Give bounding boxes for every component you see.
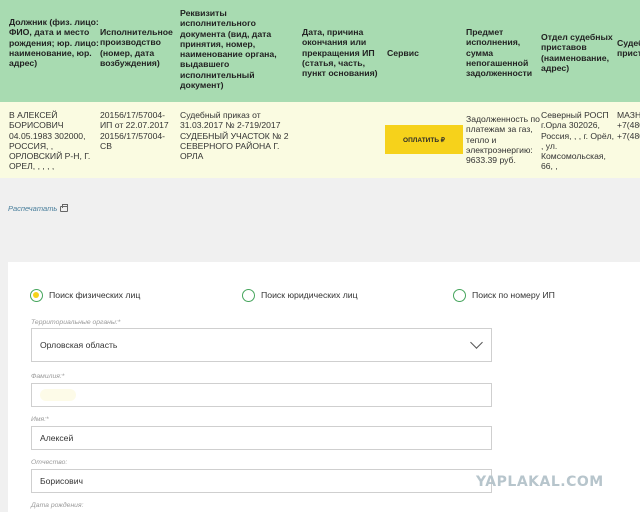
name-field[interactable]: Алексей [31, 426, 492, 450]
territorial-select[interactable]: Орловская область [31, 328, 492, 362]
cell-document: Судебный приказ от 31.03.2017 № 2-719/20… [180, 110, 289, 162]
cell-subject: Задолженность по платежам за газ, тепло … [466, 114, 540, 166]
header-document: Реквизиты исполнительного документа (вид… [180, 8, 277, 91]
header-bailiff: Судеб прист [617, 38, 640, 59]
radio-legal-entities[interactable]: Поиск юридических лиц [242, 288, 358, 302]
patronymic-value: Борисович [40, 476, 84, 486]
territorial-label: Территориальные органы:* [31, 319, 121, 326]
surname-redaction [40, 389, 76, 401]
cell-department: Северный РОСП г.Орла 302026, Россия, , ,… [541, 110, 615, 172]
cell-bailiff: МАЗН +7(480 72 +7(480 87 [617, 110, 640, 141]
radio-individuals[interactable]: Поиск физических лиц [30, 288, 140, 302]
name-value: Алексей [40, 433, 74, 443]
header-department: Отдел судебных приставов (наименование, … [541, 32, 613, 73]
surname-field[interactable] [31, 383, 492, 407]
radio-circle-icon [453, 288, 466, 302]
surname-label: Фамилия:* [31, 373, 65, 380]
radio-circle-icon [242, 288, 255, 302]
chevron-down-icon [470, 336, 483, 349]
table-header: Должник (физ. лицо: ФИО, дата и место ро… [0, 0, 640, 102]
table-row: В АЛЕКСЕЙ БОРИСОВИЧ 04.05.1983 302000, Р… [0, 102, 640, 178]
radio-label: Поиск юридических лиц [261, 290, 358, 300]
header-debtor: Должник (физ. лицо: ФИО, дата и место ро… [9, 17, 99, 69]
patronymic-field[interactable]: Борисович [31, 469, 492, 493]
radio-circle-icon [30, 288, 43, 302]
print-link-label: Распечатать [8, 204, 58, 213]
patronymic-label: Отчество: [31, 459, 68, 466]
header-proceeding: Исполнительное производство (номер, дата… [100, 27, 173, 68]
header-end-date: Дата, причина окончания или прекращения … [302, 27, 378, 79]
results-table: Должник (физ. лицо: ФИО, дата и место ро… [0, 0, 640, 180]
cell-proceeding: 20156/17/57004-ИП от 22.07.2017 20156/17… [100, 110, 169, 151]
print-link[interactable]: Распечатать [8, 204, 69, 213]
birthdate-label: Дата рождения: [31, 502, 84, 509]
radio-ip-number[interactable]: Поиск по номеру ИП [453, 288, 555, 302]
radio-label: Поиск физических лиц [49, 290, 141, 300]
watermark: YAPLAKAL.COM [476, 474, 604, 490]
name-label: Имя:* [31, 416, 49, 423]
header-service: Сервис [387, 48, 419, 58]
radio-label: Поиск по номеру ИП [472, 290, 555, 300]
territorial-value: Орловская область [40, 340, 118, 350]
cell-debtor: В АЛЕКСЕЙ БОРИСОВИЧ 04.05.1983 302000, Р… [9, 110, 91, 172]
pay-button[interactable]: ОПЛАТИТЬ ₽ [385, 125, 463, 154]
header-subject: Предмет исполнения, сумма непогашенной з… [466, 27, 533, 79]
printer-icon [60, 204, 69, 213]
